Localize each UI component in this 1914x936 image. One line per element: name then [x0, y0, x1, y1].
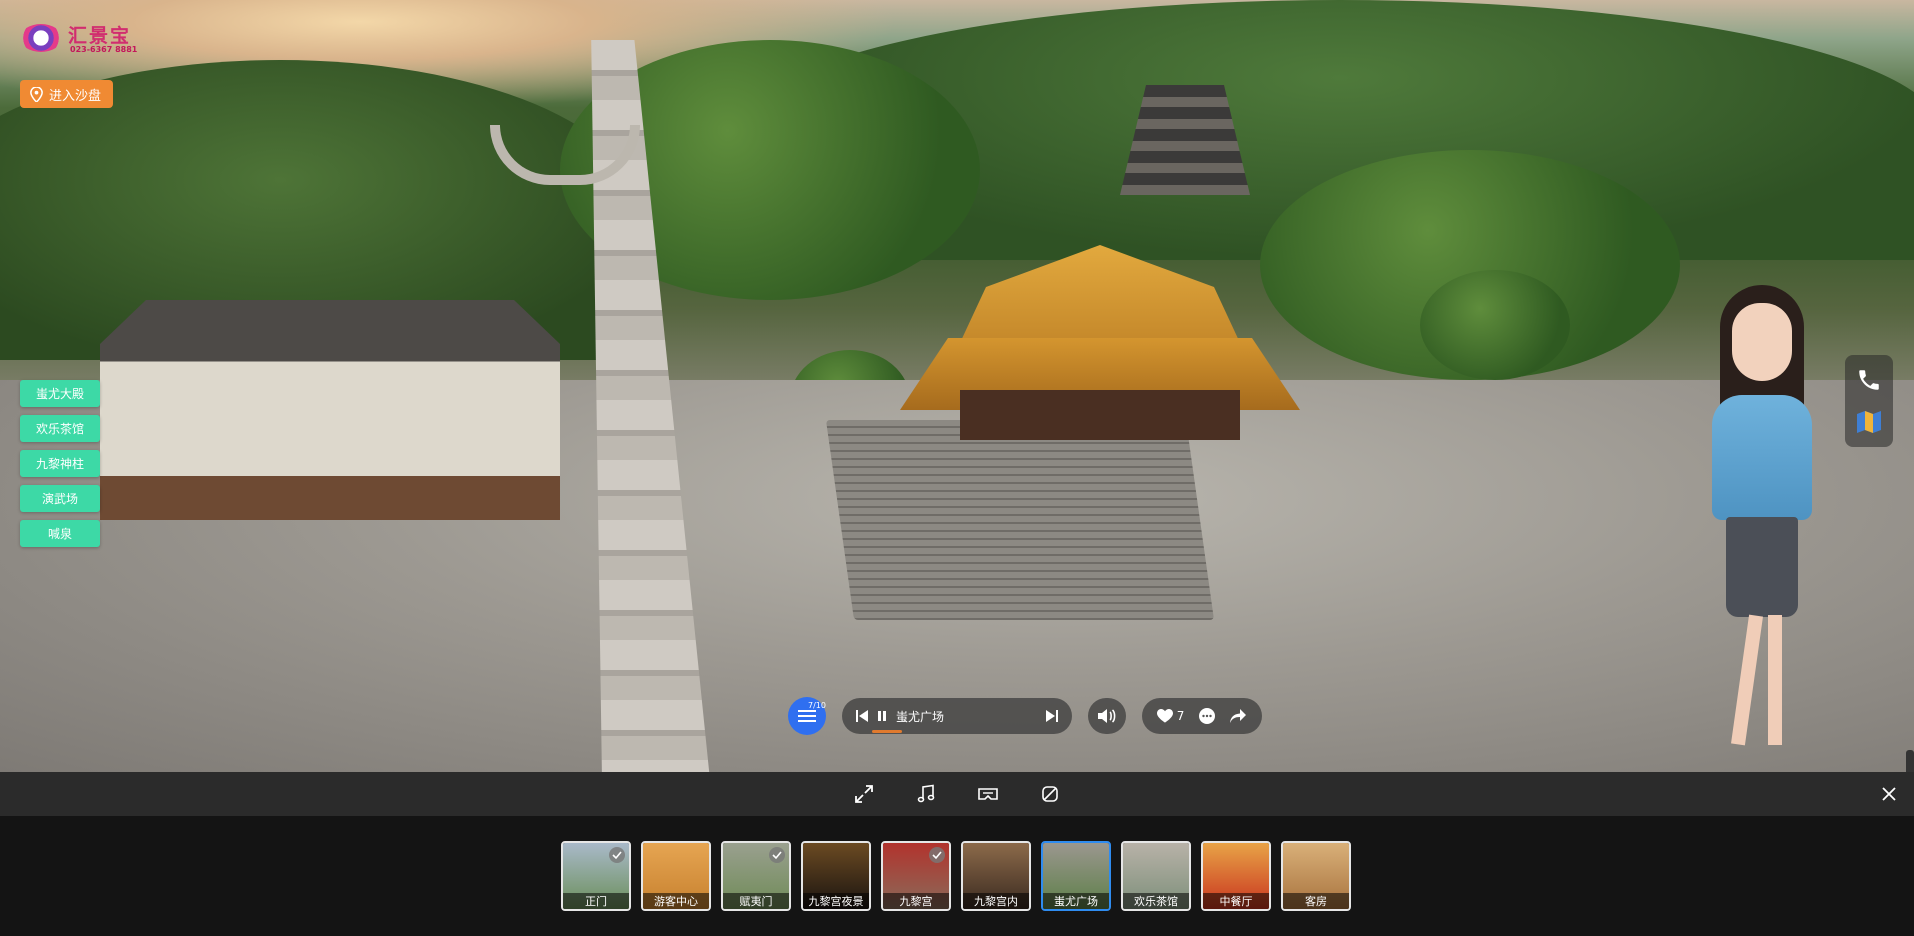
bottom-toolbar [0, 772, 1914, 816]
like-count: 7 [1176, 709, 1185, 723]
panorama-view[interactable] [0, 0, 1914, 772]
scene-counter: 7/10 [808, 701, 826, 710]
tree [1420, 270, 1570, 380]
location-pin-icon [30, 86, 43, 102]
comment-button[interactable] [1198, 707, 1216, 725]
vr-button[interactable] [976, 782, 1000, 806]
music-icon [917, 784, 935, 803]
speaker-icon [1098, 709, 1116, 723]
scene-thumbnail[interactable]: 蚩尤广场 [1041, 841, 1111, 911]
avatar-leg [1731, 614, 1763, 746]
side-tools [1845, 355, 1893, 447]
thumbnail-label: 九黎宫 [883, 893, 949, 909]
share-icon [1230, 709, 1247, 723]
menu-icon [798, 710, 816, 722]
heart-icon [1156, 709, 1173, 723]
map-button[interactable] [1852, 405, 1886, 439]
sound-toggle-button[interactable] [1088, 698, 1126, 734]
scene-thumbnail[interactable]: 欢乐茶馆 [1121, 841, 1191, 911]
fullscreen-icon [855, 785, 873, 803]
logo-mark-icon [20, 24, 62, 52]
phone-button[interactable] [1852, 363, 1886, 397]
scene-thumbnail[interactable]: 九黎宫内 [961, 841, 1031, 911]
audio-player: 蚩尤广场 [842, 698, 1072, 734]
avatar-skirt [1726, 517, 1798, 617]
tea-house-building [100, 300, 560, 520]
gyroscope-icon [1042, 786, 1058, 802]
virtual-guide-avatar[interactable] [1690, 285, 1830, 772]
avatar-jacket [1712, 395, 1812, 520]
brand-logo[interactable]: 汇景宝 023-6367 8881 [20, 20, 140, 56]
avatar-leg [1768, 615, 1782, 745]
visited-check-icon [609, 847, 625, 863]
visited-check-icon [929, 847, 945, 863]
comment-icon [1198, 708, 1215, 724]
enter-sandbox-button[interactable]: 进入沙盘 [20, 80, 114, 108]
scene-thumbnail[interactable]: 九黎宫夜景 [801, 841, 871, 911]
skip-previous-icon [856, 710, 868, 722]
scene-link-martial-field[interactable]: 演武场 [20, 485, 100, 512]
previous-button[interactable] [852, 706, 872, 726]
scene-thumbnail[interactable]: 客房 [1281, 841, 1351, 911]
enter-sandbox-label: 进入沙盘 [49, 88, 102, 104]
brand-phone: 023-6367 8881 [70, 45, 138, 54]
thumbnail-label: 客房 [1283, 893, 1349, 909]
thumbnail-label: 游客中心 [643, 893, 709, 909]
close-icon [1882, 787, 1896, 801]
thumbnail-label: 正门 [563, 893, 629, 909]
scene-link-shout-spring[interactable]: 喊泉 [20, 520, 100, 547]
vr-icon [978, 788, 998, 800]
visited-check-icon [769, 847, 785, 863]
thumbnail-label: 蚩尤广场 [1043, 893, 1109, 909]
social-actions: 7 [1142, 698, 1262, 734]
scene-thumbnail[interactable]: 九黎宫 [881, 841, 951, 911]
scene-thumbnail[interactable]: 正门 [561, 841, 631, 911]
scene-link-teahouse[interactable]: 欢乐茶馆 [20, 415, 100, 442]
avatar-face [1732, 303, 1792, 381]
skip-next-icon [1046, 710, 1058, 722]
scene-link-list: 蚩尤大殿 欢乐茶馆 九黎神柱 演武场 喊泉 [20, 380, 100, 547]
thumbnail-label: 中餐厅 [1203, 893, 1269, 909]
music-button[interactable] [914, 782, 938, 806]
scene-thumbnail-strip: 正门 游客中心 赋夷门 九黎宫夜景 九黎宫 九黎宫内 蚩尤广场 欢乐茶馆 中餐厅 客房 [0, 816, 1914, 936]
scene-menu-button[interactable]: 7/10 [788, 697, 826, 735]
track-title: 蚩尤广场 [896, 709, 945, 724]
temple-hall [960, 390, 1240, 440]
scene-thumbnail[interactable]: 游客中心 [641, 841, 711, 911]
thumbnail-list: 正门 游客中心 赋夷门 九黎宫夜景 九黎宫 九黎宫内 蚩尤广场 欢乐茶馆 中餐厅 客房 [561, 841, 1351, 911]
map-icon [1857, 411, 1881, 433]
like-button[interactable]: 7 [1156, 709, 1185, 723]
thumbnail-label: 九黎宫内 [963, 893, 1029, 909]
temple-stairs [825, 420, 1215, 620]
fullscreen-button[interactable] [852, 782, 876, 806]
scene-thumbnail[interactable]: 中餐厅 [1201, 841, 1271, 911]
scene-link-chiyou-hall[interactable]: 蚩尤大殿 [20, 380, 100, 407]
scene-thumbnail[interactable]: 赋夷门 [721, 841, 791, 911]
scene-link-jiuli-pillar[interactable]: 九黎神柱 [20, 450, 100, 477]
track-progress[interactable] [872, 730, 902, 733]
thumbnail-label: 九黎宫夜景 [803, 893, 869, 909]
thumbnail-label: 欢乐茶馆 [1123, 893, 1189, 909]
share-button[interactable] [1229, 708, 1247, 724]
next-button[interactable] [1042, 706, 1062, 726]
thumbnail-label: 赋夷门 [723, 893, 789, 909]
phone-icon [1859, 370, 1879, 390]
brand-title: 汇景宝 [68, 25, 132, 47]
gyroscope-button[interactable] [1038, 782, 1062, 806]
close-toolbar-button[interactable] [1878, 783, 1900, 805]
pause-button[interactable] [872, 706, 892, 726]
pause-icon [878, 711, 886, 721]
